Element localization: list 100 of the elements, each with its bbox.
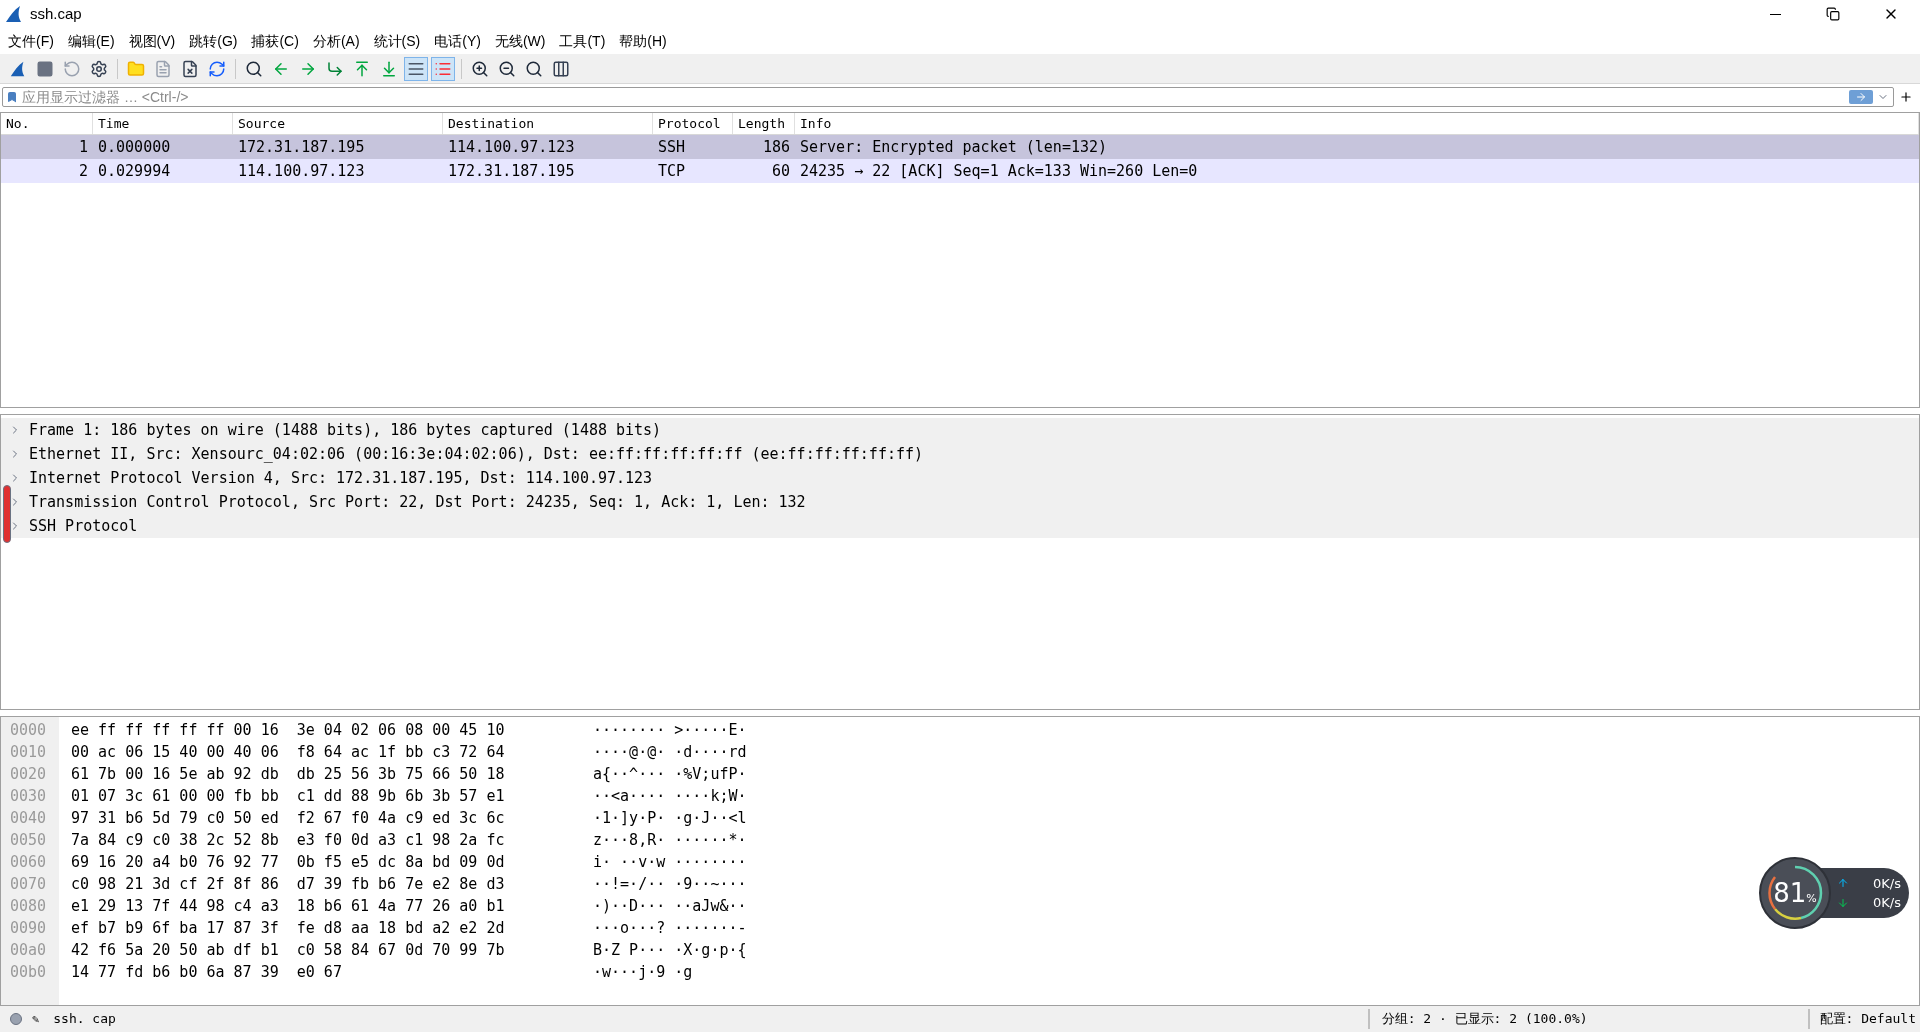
arrow-down-icon [380,59,398,78]
hex-bytes: 42 f6 5a 20 50 ab df b1 c0 58 84 67 0d 70 99 7b [71,940,506,961]
download-icon [1837,896,1849,909]
table-cell-text: 172.31.187.195 [237,136,366,158]
app-icon [4,4,24,24]
restore-icon [1826,7,1840,21]
offset-label: 0040 [9,808,48,829]
restart-icon [63,59,81,78]
menu-item[interactable]: 编辑(E) [61,30,121,52]
ascii-bytes: ··<a···· ····k;W· [593,786,747,807]
upload-icon [1837,877,1849,890]
hex-bytes: ee ff ff ff ff ff 00 16 3e 04 02 06 08 00 45 10 [71,720,506,741]
hex-bytes: 7a 84 c9 c0 38 2c 52 8b e3 f0 0d a3 c1 98 2a fc [71,830,506,851]
table-cell-text: 0.000000 [97,136,172,158]
menu-item[interactable]: 电话(Y) [428,30,487,52]
hex-bytes: 69 16 20 a4 b0 76 92 77 0b f5 e5 dc 8a bd 09 0d [71,852,506,873]
ascii-bytes: a{··^··· ·%V;ufP· [593,764,747,785]
packet-row[interactable]: 1 0.000000 172.31.187.195 114.100.97.123 SSH 186 Server: Encrypted packet (len=132) [1,135,1919,159]
menu-item[interactable]: 视图(V) [122,30,182,52]
file-name: ssh. cap [53,1010,116,1029]
column-header[interactable]: Time [93,113,233,134]
ascii-bytes: B·Z P··· ·X·g·p·{ [593,940,747,961]
offset-label: 00b0 [9,962,48,983]
jump-icon [326,59,344,78]
table-cell-text: SSH [657,136,687,158]
table-cell-text: 114.100.97.123 [447,136,576,158]
arrow-right-icon [1855,91,1867,103]
offset-label: 0090 [9,918,48,939]
table-cell-text: 114.100.97.123 [237,160,366,182]
tree-item[interactable]: Transmission Control Protocol, Src Port: 22, Dst Port: 24235, Seq: 1, Ack: 1, Len: 132 [1,490,1919,514]
profile-label: 配置: Default [1807,1009,1916,1029]
menu-item[interactable]: 统计(S) [367,30,427,52]
offset-label: 0060 [9,852,48,873]
tree-item-label: Transmission Control Protocol, Src Port: 22, Dst Port: 24235, Seq: 1, Ack: 1, Len: 132 [29,491,806,513]
offset-label: 00a0 [9,940,48,961]
column-header[interactable]: No. [1,113,93,134]
menu-item[interactable]: 无线(W) [488,30,552,52]
column-header[interactable]: Destination [443,113,653,134]
toolbar-button[interactable] [404,56,428,81]
ascii-bytes: ·w···j·9 ·g [593,962,694,983]
ascii-bytes: ··!=·/·· ·9··~··· [593,874,747,895]
ascii-bytes: i· ··v·w ········ [593,852,747,873]
table-cell-text: 1 [77,136,89,158]
ascii-bytes: ·1·]y·P· ·g·J··<l [593,808,747,829]
column-header[interactable]: Protocol [653,113,733,134]
table-cell-text: 24235 → 22 [ACK] Seq=1 Ack=133 Win=260 Len=0 [799,160,1199,182]
table-cell-text: 60 [770,160,791,182]
tree-item[interactable]: Internet Protocol Version 4, Src: 172.31.187.195, Dst: 114.100.97.123 [1,466,1919,490]
offset-label: 0050 [9,830,48,851]
edit-icon: ✎ [32,1010,40,1028]
offset-label: 0010 [9,742,48,763]
column-header[interactable]: Info [795,113,1919,134]
table-cell-text: 172.31.187.195 [447,160,576,182]
ascii-bytes: ···o···? ·······- [593,918,747,939]
stop-icon [36,59,54,78]
table-cell-text: Server: Encrypted packet (len=132) [799,136,1109,158]
menu-item[interactable]: 帮助(H) [613,30,673,52]
ascii-bytes: ····@·@· ·d····rd [593,742,747,763]
offset-label: 0080 [9,896,48,917]
add-filter-icon[interactable] [1899,90,1913,104]
offset-label: 0070 [9,874,48,895]
menu-item[interactable]: 捕获(C) [245,30,305,52]
tree-item-label: Internet Protocol Version 4, Src: 172.31.187.195, Dst: 114.100.97.123 [29,467,653,489]
tree-item[interactable]: SSH Protocol [1,514,1919,538]
ascii-bytes: ········ >·····E· [593,720,747,741]
column-header[interactable]: Length [733,113,795,134]
hex-bytes: 61 7b 00 16 5e ab 92 db db 25 56 3b 75 66 50 18 [71,764,506,785]
column-header[interactable]: Source [233,113,443,134]
packet-count: 分组: 2 · 已显示: 2 (100.0%) [1367,1009,1588,1029]
zoom-reset-icon [525,59,543,78]
ascii-bytes: z···8,R· ······*· [593,830,747,851]
tree-item[interactable]: Frame 1: 186 bytes on wire (1488 bits), 186 bytes captured (1488 bits) [1,418,1919,442]
menu-item[interactable]: 工具(T) [553,30,612,52]
offset-label: 0030 [9,786,48,807]
document-icon [154,59,172,78]
table-cell-text: 186 [761,136,791,158]
hex-bytes: 14 77 fd b6 b0 6a 87 39 e0 67 [71,962,343,983]
table-cell-text: 0.029994 [97,160,172,182]
hex-bytes: c0 98 21 3d cf 2f 8f 86 d7 39 fb b6 7e e2 8e d3 [71,874,506,895]
hex-bytes: ef b7 b9 6f ba 17 87 3f fe d8 aa 18 bd a2 e2 2d [71,918,506,939]
table-cell-text: TCP [657,160,687,182]
zoom-in-icon [471,59,489,78]
resize-columns-icon [552,59,570,78]
gear-icon [90,59,108,78]
upload-speed: 0K/s [1873,874,1901,893]
close-file-icon [181,59,199,78]
menu-item[interactable]: 跳转(G) [183,30,244,52]
tree-item-label: Ethernet II, Src: Xensourc_04:02:06 (00:16:3e:04:02:06), Dst: ee:ff:ff:ff:ff:ff (ee:ff:ff:ff:ff:ff) [29,443,924,465]
reload-icon [208,59,226,78]
table-cell-text: 2 [77,160,89,182]
status-icon [10,1013,22,1025]
packet-row[interactable]: 2 0.029994 114.100.97.123 172.31.187.195 TCP 60 24235 → 22 [ACK] Seq=1 Ack=133 Win=260 Len=0 [1,159,1919,183]
window-title: ssh.cap [30,3,82,24]
menu-item[interactable]: 分析(A) [306,30,366,52]
hex-bytes: 01 07 3c 61 00 00 fb bb c1 dd 88 9b 6b 3b 57 e1 [71,786,506,807]
menu-item[interactable]: 文件(F) [2,30,60,52]
ascii-bytes: ·)··D··· ··aJw&·· [593,896,747,917]
offset-label: 0020 [9,764,48,785]
tree-item[interactable]: Ethernet II, Src: Xensourc_04:02:06 (00:16:3e:04:02:06), Dst: ee:ff:ff:ff:ff:ff (ee:ff:ff:ff:ff:ff) [1,442,1919,466]
minimize-icon [1769,13,1781,15]
